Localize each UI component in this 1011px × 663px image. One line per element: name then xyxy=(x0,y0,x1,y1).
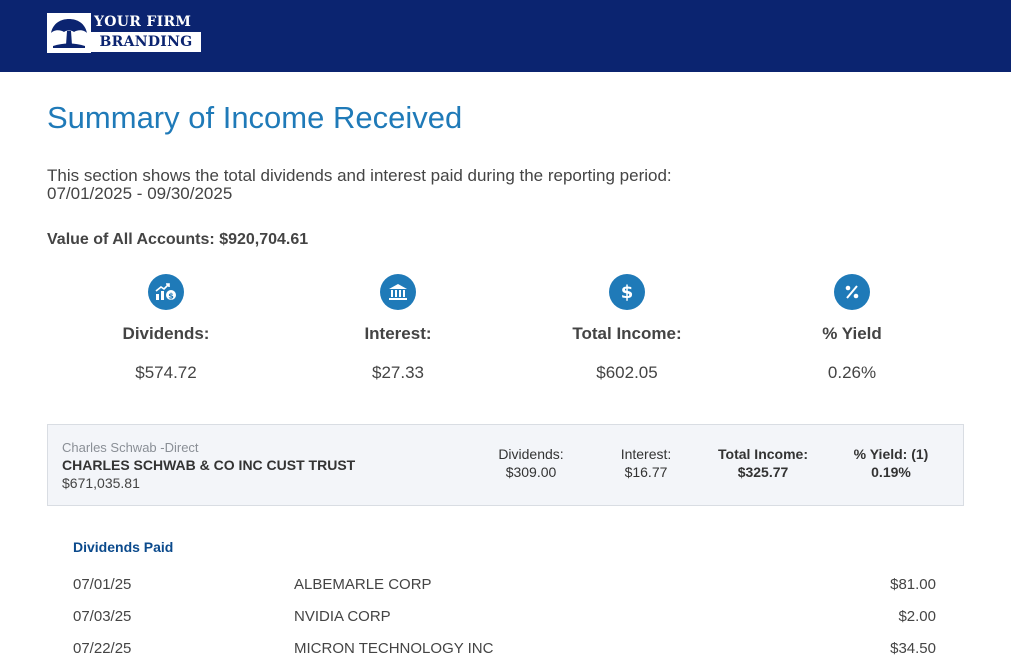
table-row: 07/22/25 MICRON TECHNOLOGY INC $34.50 xyxy=(73,640,936,660)
bank-icon xyxy=(380,274,416,310)
account-interest-value: $16.77 xyxy=(624,464,668,480)
dividends-paid-title: Dividends Paid xyxy=(73,539,174,555)
percent-icon xyxy=(834,274,870,310)
summary-interest: Interest: $27.33 xyxy=(298,274,498,383)
summary-dividends-value: $574.72 xyxy=(135,363,197,382)
summary-dividends-label: Dividends: xyxy=(122,324,210,343)
row-date: 07/03/25 xyxy=(73,608,132,625)
summary-interest-value: $27.33 xyxy=(372,363,424,382)
row-description: ALBEMARLE CORP xyxy=(294,576,432,593)
account-dividends-value: $309.00 xyxy=(505,464,557,480)
all-accounts-value-label: Value of All Accounts: xyxy=(47,231,215,248)
account-value: $671,035.81 xyxy=(62,475,140,491)
logo-text-top: YOUR FIRM xyxy=(94,14,192,30)
firm-logo[interactable]: YOUR FIRM BRANDING xyxy=(47,13,201,53)
summary-yield: % Yield 0.26% xyxy=(752,274,952,383)
summary-dividends: $ Dividends: $574.72 xyxy=(66,274,266,383)
account-interest-label: Interest: xyxy=(620,446,672,462)
account-dividends-label: Dividends: xyxy=(498,446,564,462)
all-accounts-value-amount: $920,704.61 xyxy=(219,231,309,248)
account-dividends: Dividends: $309.00 xyxy=(491,445,571,481)
summary-yield-value: 0.26% xyxy=(827,363,877,382)
row-date: 07/01/25 xyxy=(73,576,132,593)
account-yield-label: % Yield: (1) xyxy=(853,446,929,462)
account-interest: Interest: $16.77 xyxy=(606,445,686,481)
row-amount: $2.00 xyxy=(898,608,936,625)
account-total-income-value: $325.77 xyxy=(737,464,789,480)
reporting-period: 07/01/2025 - 09/30/2025 xyxy=(47,184,233,203)
chart-dollar-icon: $ xyxy=(148,274,184,310)
description-text: This section shows the total dividends a… xyxy=(47,166,672,185)
row-description: NVIDIA CORP xyxy=(294,608,391,625)
account-yield: % Yield: (1) 0.19% xyxy=(836,445,946,481)
account-total-income: Total Income: $325.77 xyxy=(703,445,823,481)
dollar-icon: $ xyxy=(609,274,645,310)
table-row: 07/01/25 ALBEMARLE CORP $81.00 xyxy=(73,576,936,596)
page-description: This section shows the total dividends a… xyxy=(47,167,672,203)
row-amount: $34.50 xyxy=(890,640,936,657)
tree-icon xyxy=(47,13,91,53)
summary-total-income-label: Total Income: xyxy=(572,324,682,343)
row-date: 07/22/25 xyxy=(73,640,132,657)
account-name: CHARLES SCHWAB & CO INC CUST TRUST xyxy=(62,457,356,473)
all-accounts-value: Value of All Accounts: $920,704.61 xyxy=(47,231,308,249)
account-total-income-label: Total Income: xyxy=(718,446,808,462)
summary-total-income: $ Total Income: $602.05 xyxy=(527,274,727,383)
svg-text:$: $ xyxy=(168,292,174,301)
summary-total-income-value: $602.05 xyxy=(596,363,658,382)
header-bar: YOUR FIRM BRANDING xyxy=(0,0,1011,72)
table-row: 07/03/25 NVIDIA CORP $2.00 xyxy=(73,608,936,628)
svg-text:$: $ xyxy=(621,282,634,302)
summary-yield-label: % Yield xyxy=(822,324,882,343)
row-description: MICRON TECHNOLOGY INC xyxy=(294,640,494,657)
summary-interest-label: Interest: xyxy=(364,324,432,343)
page-title: Summary of Income Received xyxy=(47,100,463,135)
account-yield-value: 0.19% xyxy=(871,464,911,480)
account-summary-card[interactable]: Charles Schwab -Direct CHARLES SCHWAB & … xyxy=(47,424,964,506)
row-amount: $81.00 xyxy=(890,576,936,593)
account-source: Charles Schwab -Direct xyxy=(62,440,199,455)
logo-text-bottom: BRANDING xyxy=(91,32,201,52)
